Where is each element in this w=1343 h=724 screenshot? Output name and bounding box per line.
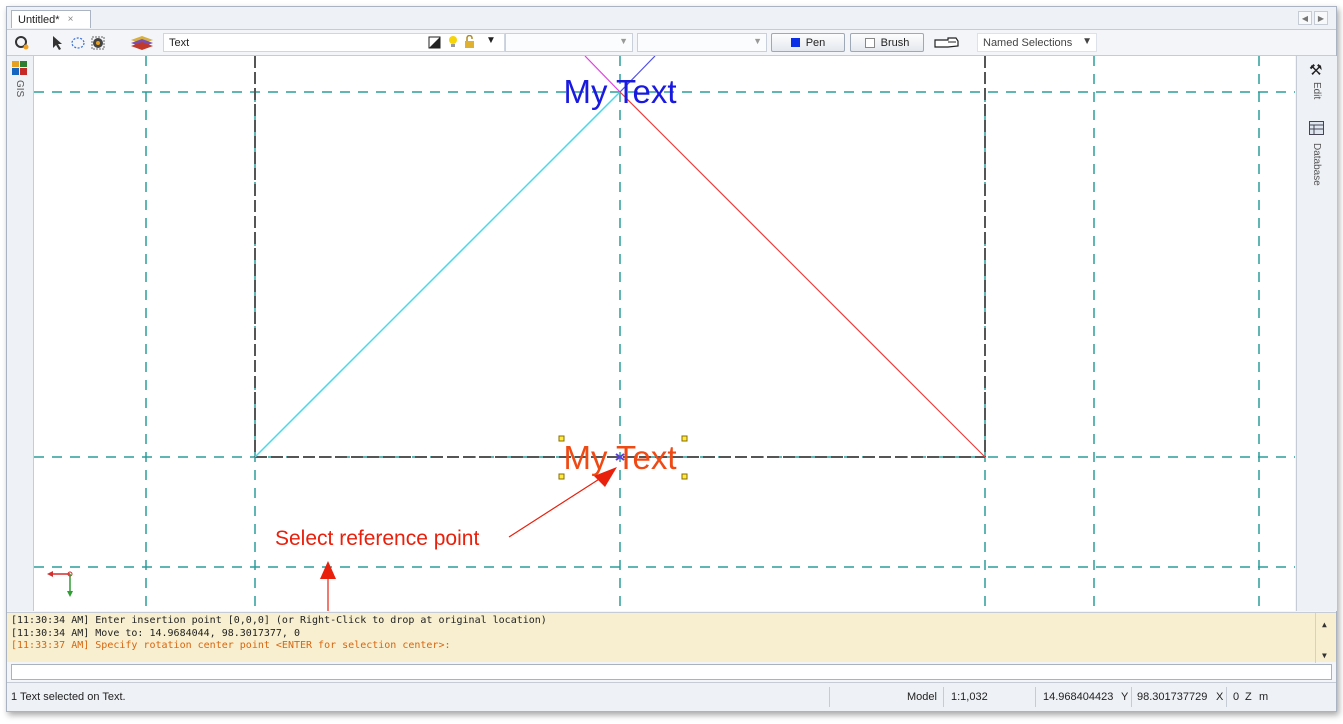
named-selections-label: Named Selections (983, 36, 1073, 49)
scale-display[interactable]: 1:1,032 (951, 689, 988, 705)
tab-nav: ◀ ▶ (1298, 11, 1328, 25)
linetype-chevron-down-icon[interactable]: ▼ (619, 36, 628, 46)
zoom-extents-icon[interactable] (13, 34, 30, 51)
layer-selector[interactable]: Text ▼ (163, 33, 505, 52)
scroll-down-icon[interactable]: ▼ (1322, 650, 1327, 663)
layers-icon[interactable] (129, 34, 155, 51)
coordinate-x-label: X (1216, 691, 1224, 703)
model-space-toggle[interactable]: Model (907, 689, 937, 705)
coordinate-y-label: Y (1121, 691, 1129, 703)
status-bar: 1 Text selected on Text. Model 1:1,032 1… (7, 682, 1336, 711)
tab-scroll-left-icon[interactable]: ◀ (1298, 11, 1312, 25)
command-log-line-3: [11:33:37 AM] Specify rotation center po… (11, 640, 451, 651)
left-dock-panel: GIS (7, 56, 34, 611)
pen-color-swatch (790, 38, 800, 47)
right-dock-panel: ⚒ Edit Database (1296, 56, 1337, 611)
gis-icon[interactable] (12, 61, 27, 78)
lineweight-chevron-down-icon[interactable]: ▼ (753, 36, 762, 46)
command-log-line-1: [11:30:34 AM] Enter insertion point [0,0… (11, 615, 547, 626)
drawing-canvas[interactable]: My Text My Text Select reference point (34, 56, 1295, 611)
unit-label: m (1259, 691, 1269, 703)
lasso-select-icon[interactable] (69, 34, 86, 51)
status-divider (943, 687, 944, 707)
select-arrow-icon[interactable] (49, 34, 66, 51)
command-log: [11:30:34 AM] Enter insertion point [0,0… (7, 612, 1336, 663)
layer-name: Text (169, 36, 190, 49)
command-log-scrollbar[interactable]: ▲ ▼ (1315, 613, 1336, 663)
app-window: Untitled* × ◀ ▶ Text ▼ ▼ ▼ Pen Brush Nam… (6, 6, 1337, 712)
named-selections-dropdown[interactable]: Named Selections ▼ (977, 33, 1097, 52)
tab-scroll-right-icon[interactable]: ▶ (1314, 11, 1328, 25)
status-message: 1 Text selected on Text. (11, 691, 126, 703)
status-divider (1131, 687, 1132, 707)
brush-label: Brush (880, 36, 910, 49)
annotation-label: Select reference point (275, 527, 480, 550)
named-selections-chevron-down-icon[interactable]: ▼ (1082, 36, 1092, 47)
pen-button[interactable]: Pen (771, 33, 845, 52)
grip-top-left (558, 435, 565, 442)
status-divider (1226, 687, 1227, 707)
pen-label: Pen (805, 36, 826, 49)
status-divider (1035, 687, 1036, 707)
linetype-combo[interactable]: ▼ (505, 33, 633, 52)
layer-visibility-icon[interactable] (428, 36, 441, 52)
brush-button[interactable]: Brush (850, 33, 924, 52)
construction-grid (34, 56, 1295, 611)
coordinate-z-value: 0 (1233, 691, 1240, 703)
tab-title: Untitled* (18, 13, 60, 26)
database-icon[interactable] (1309, 121, 1324, 138)
coordinate-y-value: 14.968404423 (1043, 691, 1114, 703)
tab-bar: Untitled* × ◀ ▶ (7, 7, 1336, 30)
command-input[interactable] (11, 664, 1332, 680)
select-by-layer-icon[interactable] (89, 34, 106, 51)
gis-tab-label[interactable]: GIS (14, 80, 25, 97)
main-toolbar: Text ▼ ▼ ▼ Pen Brush Named Selections ▼ (7, 30, 1336, 56)
layer-lock-icon[interactable] (464, 34, 475, 52)
ucs-axis-icon (47, 571, 73, 597)
edit-tools-icon[interactable]: ⚒ (1309, 61, 1322, 79)
grip-top-right (681, 435, 688, 442)
layer-light-bulb-icon[interactable] (448, 35, 458, 52)
tab-untitled[interactable]: Untitled* × (11, 10, 91, 28)
database-tab-label[interactable]: Database (1311, 143, 1322, 186)
tab-close-icon[interactable]: × (68, 14, 74, 25)
drawing-svg[interactable]: My Text My Text (34, 56, 1295, 611)
layer-dropdown-chevron-icon[interactable]: ▼ (486, 35, 496, 46)
brush-color-swatch (864, 37, 875, 48)
grip-bottom-left (558, 473, 565, 480)
status-divider (829, 687, 830, 707)
lineweight-combo[interactable]: ▼ (637, 33, 767, 52)
triangle-right-line[interactable] (619, 91, 986, 458)
triangle-left-line[interactable] (254, 91, 621, 458)
top-text-object[interactable]: My Text (563, 73, 676, 110)
scroll-up-icon[interactable]: ▲ (1322, 619, 1327, 632)
grip-bottom-right (681, 473, 688, 480)
coordinate-x-value: 98.301737729 (1137, 691, 1208, 703)
coordinate-z-label: Z (1245, 691, 1252, 703)
edit-tab-label[interactable]: Edit (1311, 82, 1322, 99)
pointing-hand-icon[interactable] (933, 34, 961, 51)
command-log-line-2: [11:30:34 AM] Move to: 14.9684044, 98.30… (11, 627, 300, 639)
